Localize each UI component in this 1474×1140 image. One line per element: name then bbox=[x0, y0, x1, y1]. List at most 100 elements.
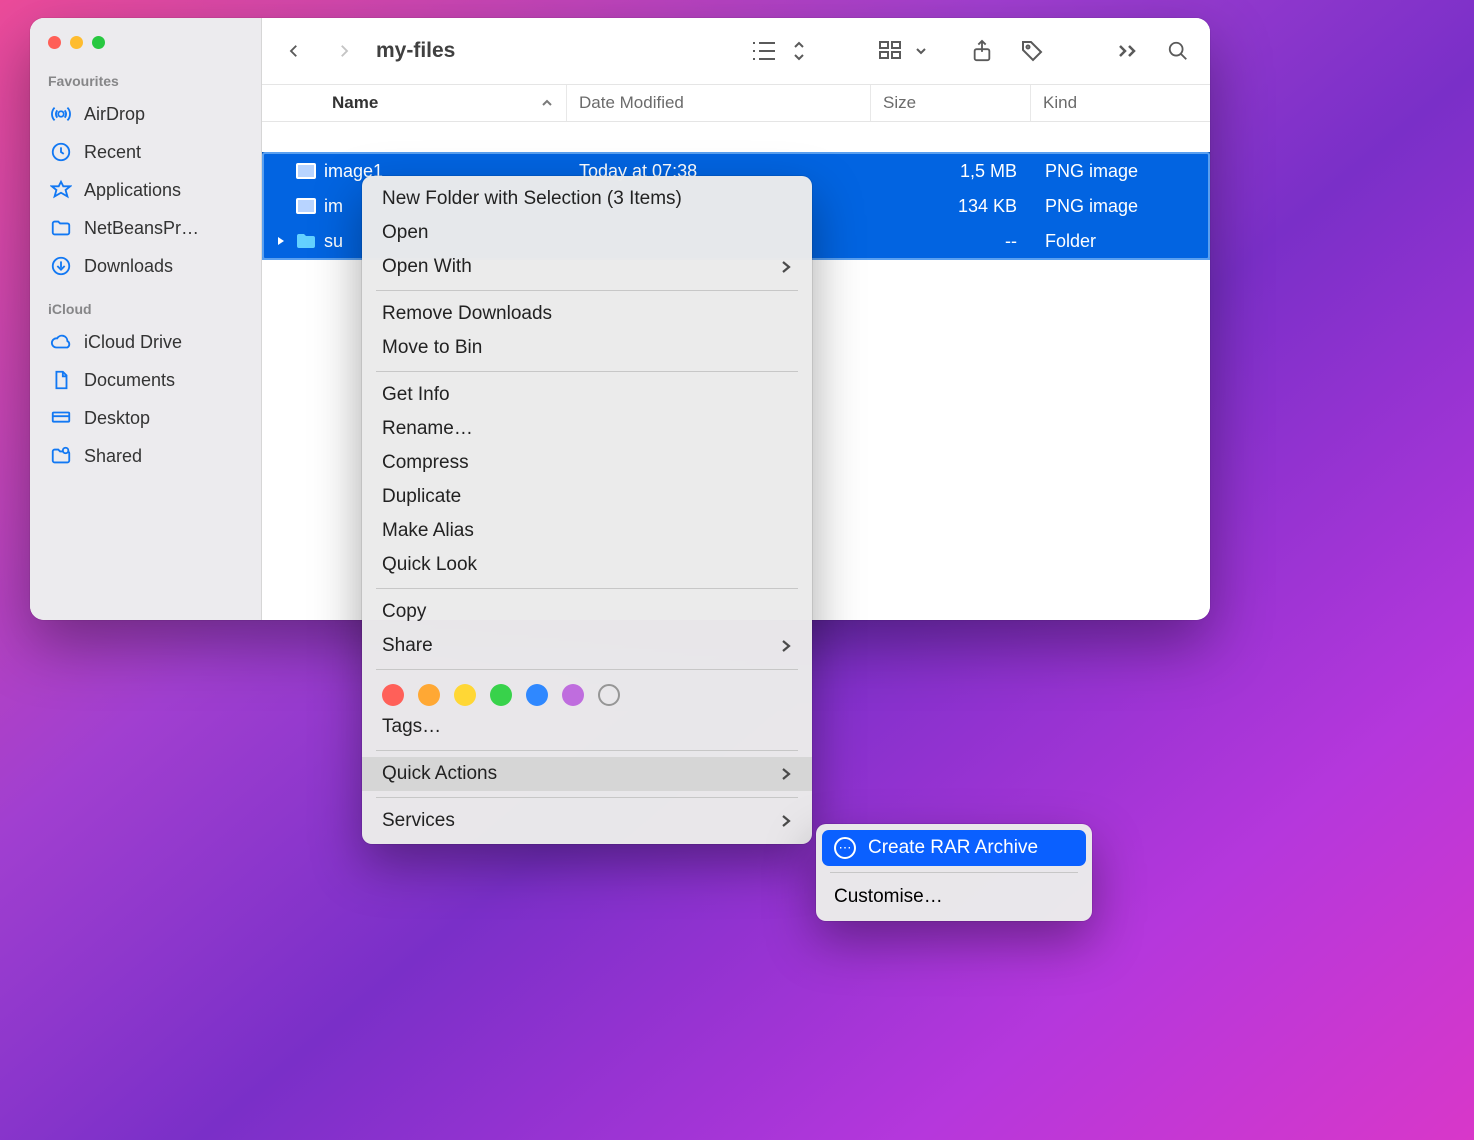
document-icon bbox=[50, 369, 72, 391]
column-header-size[interactable]: Size bbox=[871, 85, 1031, 121]
column-header-kind[interactable]: Kind bbox=[1031, 85, 1210, 121]
context-menu-label: Quick Actions bbox=[382, 763, 497, 785]
minimize-window-button[interactable] bbox=[70, 36, 83, 49]
chevron-right-icon bbox=[780, 766, 792, 782]
quick-action-customise[interactable]: Customise… bbox=[822, 879, 1086, 915]
tag-color-dot[interactable] bbox=[454, 684, 476, 706]
sidebar-item-airdrop[interactable]: AirDrop bbox=[42, 95, 251, 133]
context-menu-item[interactable]: Get Info bbox=[362, 378, 812, 412]
context-menu-label: Compress bbox=[382, 452, 469, 474]
context-menu-item[interactable]: New Folder with Selection (3 Items) bbox=[362, 182, 812, 216]
search-button[interactable] bbox=[1156, 29, 1200, 73]
context-menu-item[interactable]: Copy bbox=[362, 595, 812, 629]
group-by-control[interactable] bbox=[878, 38, 928, 64]
menu-separator bbox=[376, 750, 798, 751]
context-menu-label: New Folder with Selection (3 Items) bbox=[382, 188, 682, 210]
context-menu-label: Open bbox=[382, 222, 428, 244]
context-menu-label: Remove Downloads bbox=[382, 303, 552, 325]
tag-color-dot[interactable] bbox=[562, 684, 584, 706]
sidebar-item-label: iCloud Drive bbox=[84, 332, 182, 353]
context-menu-label: Duplicate bbox=[382, 486, 461, 508]
submenu-item-label: Customise… bbox=[834, 886, 943, 908]
tag-color-row bbox=[362, 676, 812, 710]
sidebar-item-label: Recent bbox=[84, 142, 141, 163]
chevron-right-icon bbox=[780, 638, 792, 654]
cloud-icon bbox=[50, 331, 72, 353]
file-size: -- bbox=[871, 231, 1031, 252]
tag-button[interactable] bbox=[1010, 29, 1054, 73]
folder-icon bbox=[296, 233, 316, 249]
file-kind: PNG image bbox=[1031, 161, 1210, 182]
context-menu-label: Quick Look bbox=[382, 554, 477, 576]
desktop-icon bbox=[50, 407, 72, 429]
column-header-name[interactable]: Name bbox=[262, 85, 567, 121]
zoom-window-button[interactable] bbox=[92, 36, 105, 49]
quick-actions-submenu[interactable]: ⋯ Create RAR Archive Customise… bbox=[816, 824, 1092, 921]
share-button[interactable] bbox=[960, 29, 1004, 73]
sidebar-item-label: Shared bbox=[84, 446, 142, 467]
chevron-right-icon bbox=[780, 813, 792, 829]
sidebar-item-applications[interactable]: Applications bbox=[42, 171, 251, 209]
column-header-label: Kind bbox=[1043, 93, 1077, 113]
tag-color-dot[interactable] bbox=[526, 684, 548, 706]
tag-color-none[interactable] bbox=[598, 684, 620, 706]
context-menu-item[interactable]: Compress bbox=[362, 446, 812, 480]
window-controls bbox=[42, 32, 251, 67]
airdrop-icon bbox=[50, 103, 72, 125]
context-menu-label: Copy bbox=[382, 601, 426, 623]
forward-button[interactable] bbox=[322, 29, 366, 73]
menu-separator bbox=[376, 290, 798, 291]
menu-separator bbox=[376, 371, 798, 372]
column-header-date-modified[interactable]: Date Modified bbox=[567, 85, 871, 121]
back-button[interactable] bbox=[272, 29, 316, 73]
sidebar-item-netbeans[interactable]: NetBeansPr… bbox=[42, 209, 251, 247]
menu-separator bbox=[376, 669, 798, 670]
column-headers: Name Date Modified Size Kind bbox=[262, 84, 1210, 122]
tag-color-dot[interactable] bbox=[418, 684, 440, 706]
context-menu-item[interactable]: Move to Bin bbox=[362, 331, 812, 365]
sidebar-item-desktop[interactable]: Desktop bbox=[42, 399, 251, 437]
context-menu-label: Services bbox=[382, 810, 455, 832]
context-menu-item[interactable]: Share bbox=[362, 629, 812, 663]
disclosure-triangle-icon[interactable] bbox=[274, 236, 288, 246]
context-menu-item[interactable]: Duplicate bbox=[362, 480, 812, 514]
context-menu-item[interactable]: Open With bbox=[362, 250, 812, 284]
quick-action-create-rar[interactable]: ⋯ Create RAR Archive bbox=[822, 830, 1086, 866]
sidebar-item-icloud-drive[interactable]: iCloud Drive bbox=[42, 323, 251, 361]
context-menu-item[interactable]: Quick Actions bbox=[362, 757, 812, 791]
menu-separator bbox=[376, 797, 798, 798]
sidebar-item-label: Downloads bbox=[84, 256, 173, 277]
menu-separator bbox=[830, 872, 1078, 873]
sidebar-item-documents[interactable]: Documents bbox=[42, 361, 251, 399]
sidebar-section-label: iCloud bbox=[42, 295, 251, 323]
sidebar-item-label: AirDrop bbox=[84, 104, 145, 125]
context-menu-label: Get Info bbox=[382, 384, 450, 406]
context-menu-item[interactable]: Open bbox=[362, 216, 812, 250]
window-title: my-files bbox=[376, 39, 455, 63]
context-menu-item[interactable]: Rename… bbox=[362, 412, 812, 446]
sidebar-item-label: Documents bbox=[84, 370, 175, 391]
tag-color-dot[interactable] bbox=[382, 684, 404, 706]
context-menu-item[interactable]: Remove Downloads bbox=[362, 297, 812, 331]
sidebar: Favourites AirDrop Recent Applications N… bbox=[30, 18, 262, 620]
file-kind: PNG image bbox=[1031, 196, 1210, 217]
context-menu-item[interactable]: Make Alias bbox=[362, 514, 812, 548]
sidebar-item-downloads[interactable]: Downloads bbox=[42, 247, 251, 285]
context-menu-label: Rename… bbox=[382, 418, 473, 440]
submenu-item-label: Create RAR Archive bbox=[868, 837, 1038, 859]
context-menu-label: Open With bbox=[382, 256, 472, 278]
more-button[interactable] bbox=[1106, 29, 1150, 73]
context-menu-item[interactable]: Quick Look bbox=[362, 548, 812, 582]
toolbar: my-files bbox=[262, 18, 1210, 84]
close-window-button[interactable] bbox=[48, 36, 61, 49]
tag-color-dot[interactable] bbox=[490, 684, 512, 706]
sidebar-item-shared[interactable]: Shared bbox=[42, 437, 251, 475]
context-menu-item[interactable]: Services bbox=[362, 804, 812, 838]
view-mode-control[interactable] bbox=[750, 38, 806, 64]
sidebar-item-label: Applications bbox=[84, 180, 181, 201]
context-menu-item[interactable]: Tags… bbox=[362, 710, 812, 744]
sidebar-section-label: Favourites bbox=[42, 67, 251, 95]
context-menu[interactable]: New Folder with Selection (3 Items) Open O… bbox=[362, 176, 812, 844]
sidebar-item-recent[interactable]: Recent bbox=[42, 133, 251, 171]
context-menu-label: Share bbox=[382, 635, 433, 657]
